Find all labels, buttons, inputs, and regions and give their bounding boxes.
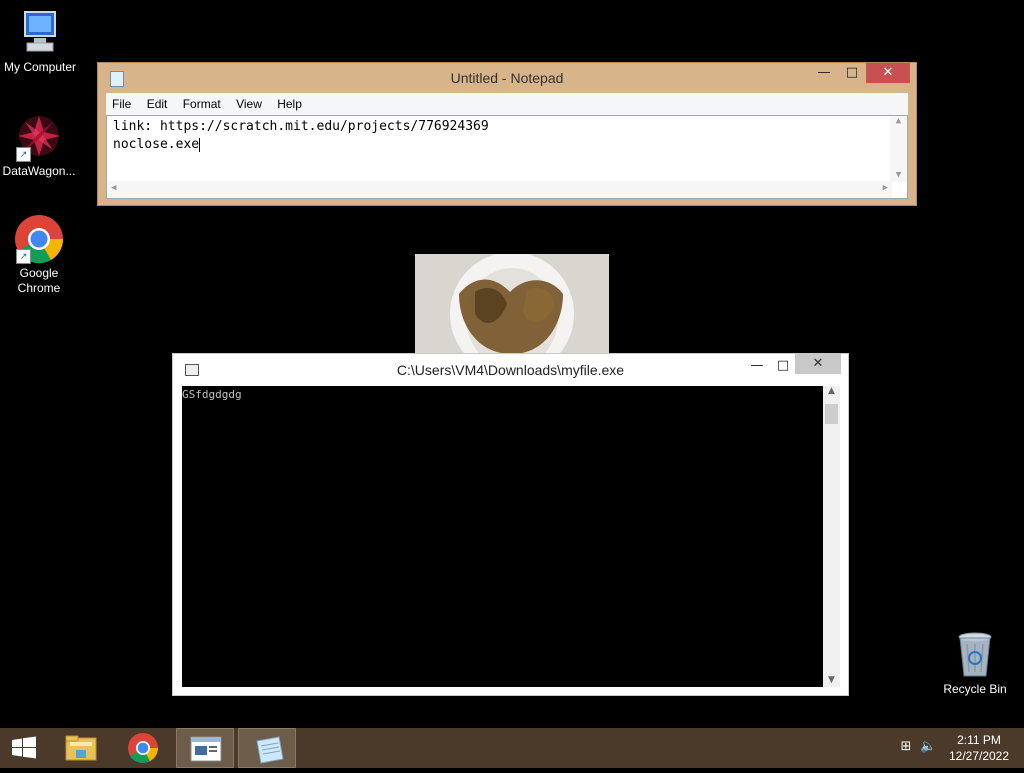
- chrome-icon: [128, 733, 158, 763]
- console-output-line: GSfdgdgdg: [182, 388, 242, 401]
- scroll-up-icon[interactable]: ▲: [823, 386, 840, 396]
- vertical-scrollbar[interactable]: ▲ ▼: [823, 386, 840, 687]
- taskbar-clock[interactable]: 2:11 PM 12/27/2022: [944, 732, 1014, 764]
- menu-item-file[interactable]: File: [112, 97, 131, 111]
- console-output-area[interactable]: GSfdgdgdg: [182, 386, 823, 687]
- close-button[interactable]: ✕: [866, 63, 910, 83]
- maximize-button[interactable]: □: [769, 356, 797, 376]
- shortcut-arrow-icon: ↗: [16, 147, 31, 162]
- volume-icon[interactable]: 🔈: [920, 739, 936, 755]
- desktop-icon-label: Recycle Bin: [943, 682, 1007, 696]
- minimize-button[interactable]: —: [810, 63, 838, 83]
- text-line-2: noclose.exe: [113, 137, 201, 152]
- clock-date: 12/27/2022: [948, 749, 1010, 763]
- maximize-icon: □: [776, 358, 790, 373]
- taskbar: ⊞ 🔈 2:11 PM 12/27/2022: [0, 728, 1024, 768]
- text-caret: [199, 137, 201, 152]
- menu-bar: File Edit Format View Help: [106, 93, 908, 115]
- text-line-1: link: https://scratch.mit.edu/projects/7…: [113, 119, 489, 134]
- desktop-icon-chrome[interactable]: ↗ Google Chrome: [0, 214, 79, 296]
- console-icon: [190, 736, 222, 762]
- menu-item-format[interactable]: Format: [183, 97, 221, 111]
- chrome-icon: ↗: [14, 214, 64, 264]
- windows-logo-icon: [12, 736, 36, 759]
- close-icon: ✕: [882, 65, 894, 80]
- maximize-icon: □: [845, 65, 859, 80]
- text-line-2-content: noclose.exe: [113, 137, 200, 152]
- taskbar-notepad[interactable]: [238, 728, 296, 768]
- scroll-down-icon[interactable]: ▼: [890, 170, 907, 180]
- folder-icon: [65, 735, 97, 761]
- desktop-icon-recycle-bin[interactable]: Recycle Bin: [935, 630, 1015, 697]
- desktop-icon-my-computer[interactable]: My Computer: [0, 8, 80, 75]
- desktop-icon-label: My Computer: [3, 60, 77, 74]
- text-editor-area[interactable]: link: https://scratch.mit.edu/projects/7…: [106, 115, 908, 199]
- notepad-window[interactable]: Untitled - Notepad — □ ✕ File Edit Forma…: [97, 62, 917, 206]
- taskbar-file-explorer[interactable]: [52, 728, 110, 768]
- start-button[interactable]: [0, 728, 48, 768]
- photo-image: [415, 252, 609, 376]
- scroll-up-icon[interactable]: ▲: [890, 116, 907, 126]
- recycle-bin-icon: [950, 630, 1000, 680]
- minimize-icon: —: [817, 65, 831, 80]
- datawagon-icon: ↗: [14, 112, 64, 162]
- shortcut-arrow-icon: ↗: [16, 249, 31, 264]
- scroll-left-icon[interactable]: ◀: [111, 183, 116, 193]
- scrollbar-thumb[interactable]: [825, 404, 838, 424]
- taskbar-console[interactable]: [176, 728, 234, 768]
- network-icon[interactable]: ⊞: [898, 739, 914, 755]
- close-button[interactable]: ✕: [795, 354, 841, 374]
- menu-item-edit[interactable]: Edit: [147, 97, 168, 111]
- scroll-right-icon[interactable]: ▶: [883, 183, 888, 193]
- menu-item-view[interactable]: View: [236, 97, 262, 111]
- image-window[interactable]: [415, 252, 609, 376]
- maximize-button[interactable]: □: [838, 63, 866, 83]
- computer-icon: [15, 8, 65, 58]
- minimize-button[interactable]: —: [743, 356, 771, 376]
- clock-time: 2:11 PM: [957, 733, 1001, 747]
- desktop-icon-label: Google Chrome: [17, 266, 61, 295]
- horizontal-scrollbar[interactable]: ◀ ▶: [107, 181, 892, 198]
- minimize-icon: —: [750, 358, 764, 373]
- console-window[interactable]: C:\Users\VM4\Downloads\myfile.exe — □ ✕ …: [172, 353, 849, 696]
- notepad-icon: [256, 736, 284, 764]
- window-title: Untitled - Notepad: [450, 70, 564, 86]
- scroll-down-icon[interactable]: ▼: [823, 675, 840, 685]
- desktop-icon-datawagon[interactable]: ↗ DataWagon...: [0, 112, 79, 179]
- menu-item-help[interactable]: Help: [277, 97, 302, 111]
- desktop-icon-label: DataWagon...: [2, 164, 76, 178]
- vertical-scrollbar[interactable]: ▲ ▼: [890, 116, 907, 182]
- close-icon: ✕: [812, 356, 824, 371]
- taskbar-chrome[interactable]: [114, 728, 172, 768]
